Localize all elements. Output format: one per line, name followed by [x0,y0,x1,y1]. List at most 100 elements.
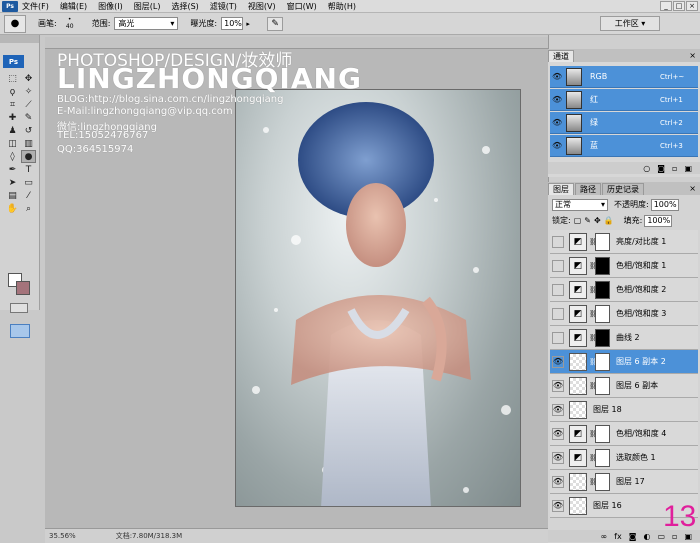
shape-tool-icon[interactable]: ▭ [21,176,36,189]
menu-image[interactable]: 图像(I) [98,1,123,12]
menu-help[interactable]: 帮助(H) [328,1,356,12]
layer-row[interactable]: 👁 ⛓ 图层 17 [550,470,698,494]
eye-icon[interactable] [552,259,564,272]
new-channel-icon[interactable]: ▫ [672,164,677,173]
layer-style-icon[interactable]: fx [614,532,622,541]
notes-tool-icon[interactable]: ▤ [5,189,20,202]
menu-view[interactable]: 视图(V) [248,1,276,12]
layer-row[interactable]: 👁 图层 18 [550,398,698,422]
eye-icon[interactable]: 👁 [552,95,562,104]
layer-row[interactable]: ◩ ⛓ 色相/饱和度 1 [550,254,698,278]
pen-tool-icon[interactable]: ✒ [5,163,20,176]
exposure-slider-toggle[interactable]: ▸ [243,17,253,30]
tab-history[interactable]: 历史记录 [602,183,644,195]
history-brush-icon[interactable]: ↺ [21,124,36,137]
layer-row[interactable]: ◩ ⛓ 色相/饱和度 2 [550,278,698,302]
tab-paths[interactable]: 路径 [575,183,601,195]
brush-tool-icon[interactable]: ✎ [21,111,36,124]
layer-mask-thumbnail[interactable] [595,472,610,491]
blend-mode-select[interactable]: 正常 ▾ [552,198,608,211]
quick-mask-button[interactable] [10,303,28,313]
eye-icon[interactable]: 👁 [552,141,562,150]
tab-layers[interactable]: 图层 [548,183,574,195]
airbrush-button[interactable]: ✎ [267,16,284,31]
adjustment-layer-icon[interactable]: ◐ [643,532,650,541]
layer-row[interactable]: 👁 ⛓ 图层 6 副本 2 [550,350,698,374]
layer-row[interactable]: ◩ ⛓ 色相/饱和度 3 [550,302,698,326]
layer-row[interactable]: ◩ ⛓ 曲线 2 [550,326,698,350]
menu-layer[interactable]: 图层(L) [134,1,161,12]
layer-mask-thumbnail[interactable] [595,280,610,299]
tab-channels[interactable]: 通道 [548,50,574,62]
channel-row-blue[interactable]: 👁 蓝 Ctrl+3 [550,135,698,157]
save-selection-icon[interactable]: ◙ [657,164,665,173]
tool-preset-picker[interactable]: ● [4,14,26,33]
opacity-input[interactable]: 100% [650,198,679,211]
eye-icon[interactable]: 👁 [552,355,564,368]
delete-channel-icon[interactable]: ▣ [684,164,692,173]
layer-mask-thumbnail[interactable] [595,352,610,371]
channel-row-red[interactable]: 👁 红 Ctrl+1 [550,89,698,111]
zoom-tool-icon[interactable]: ⌕ [21,202,36,215]
path-select-tool-icon[interactable]: ➤ [5,176,20,189]
lock-transparency-icon[interactable]: ▢ [574,216,582,225]
layer-row[interactable]: 👁 ◩ ⛓ 选取颜色 1 [550,446,698,470]
toolbox-header[interactable] [0,35,39,43]
eye-icon[interactable] [552,235,564,248]
eye-icon[interactable]: 👁 [552,499,564,512]
layer-row[interactable]: ◩ ⛓ 亮度/对比度 1 [550,230,698,254]
eye-icon[interactable] [552,307,564,320]
layer-row[interactable]: 👁 ◩ ⛓ 色相/饱和度 4 [550,422,698,446]
close-icon[interactable]: × [689,184,696,193]
gradient-tool-icon[interactable]: ▥ [21,137,36,150]
eye-icon[interactable] [552,331,564,344]
screen-mode-button[interactable] [10,324,30,338]
lasso-tool-icon[interactable]: ϙ [5,85,20,98]
add-mask-icon[interactable]: ◙ [629,532,637,541]
crop-tool-icon[interactable]: ⌗ [5,98,20,111]
dodge-tool-icon-active[interactable]: ● [21,150,36,163]
menu-filter[interactable]: 滤镜(T) [210,1,237,12]
background-color-swatch[interactable] [16,281,30,295]
channel-row-rgb[interactable]: 👁 RGB Ctrl+~ [550,66,698,88]
lock-move-icon[interactable]: ✥ [594,216,601,225]
ps-badge-icon[interactable]: Ps [3,55,24,68]
eye-icon[interactable]: 👁 [552,427,564,440]
layer-row[interactable]: 👁 ⛓ 图层 6 副本 [550,374,698,398]
close-button[interactable]: × [686,1,698,11]
eye-icon[interactable]: 👁 [552,118,562,127]
move-tool-icon[interactable]: ✥ [21,72,36,85]
layer-mask-thumbnail[interactable] [595,304,610,323]
fill-input[interactable]: 100% [644,214,673,227]
eye-icon[interactable]: 👁 [552,379,564,392]
eyedropper-tool-icon[interactable]: ⁄ [21,189,36,202]
menu-edit[interactable]: 编辑(E) [60,1,87,12]
layer-mask-thumbnail[interactable] [595,424,610,443]
eye-icon[interactable]: 👁 [552,475,564,488]
lock-brush-icon[interactable]: ✎ [584,216,591,225]
eraser-tool-icon[interactable]: ◫ [5,137,20,150]
lock-all-icon[interactable]: 🔒 [604,216,614,225]
close-icon[interactable]: × [689,51,696,60]
load-selection-icon[interactable]: ○ [643,164,650,173]
eye-icon[interactable]: 👁 [552,72,562,81]
eye-icon[interactable] [552,283,564,296]
layer-mask-thumbnail[interactable] [595,448,610,467]
healing-brush-icon[interactable]: ✚ [5,111,20,124]
magic-wand-tool-icon[interactable]: ✧ [21,85,36,98]
layer-mask-thumbnail[interactable] [595,376,610,395]
minimize-button[interactable]: _ [660,1,672,11]
layer-mask-thumbnail[interactable] [595,232,610,251]
menu-select[interactable]: 选择(S) [171,1,198,12]
zoom-readout[interactable]: 35.56% [49,532,76,540]
eye-icon[interactable]: 👁 [552,451,564,464]
layer-mask-thumbnail[interactable] [595,256,610,275]
marquee-tool-icon[interactable]: ⬚ [5,72,20,85]
workspace-button[interactable]: 工作区 ▾ [600,16,660,31]
slice-tool-icon[interactable]: ⟋ [21,98,36,111]
link-layers-icon[interactable]: ∞ [600,532,607,541]
menu-file[interactable]: 文件(F) [22,1,49,12]
channel-row-green[interactable]: 👁 绿 Ctrl+2 [550,112,698,134]
maximize-button[interactable]: □ [673,1,685,11]
blur-tool-icon[interactable]: ◊ [5,150,20,163]
